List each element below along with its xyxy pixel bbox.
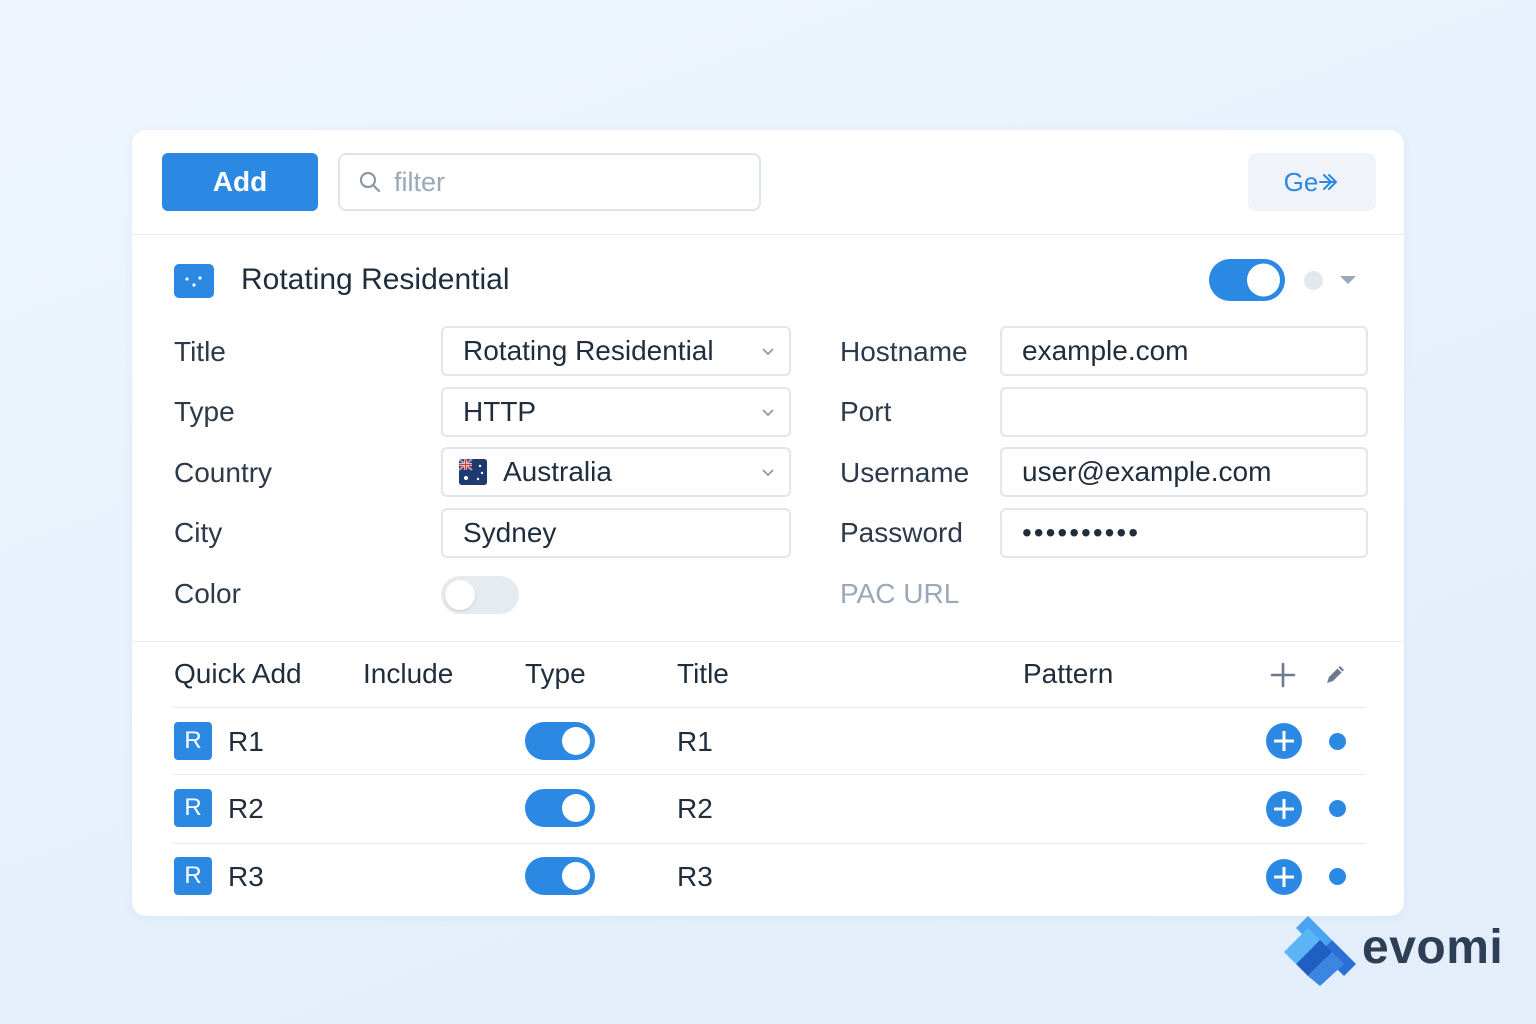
chevron-down-icon <box>762 348 774 356</box>
toolbar: Add filter Ge <box>132 130 1404 235</box>
add-button[interactable]: Add <box>162 153 318 211</box>
go-button[interactable]: Ge <box>1248 153 1376 211</box>
filter-placeholder: filter <box>394 166 446 197</box>
proxy-settings-card: Add filter Ge Rotating Residential Title… <box>132 130 1404 916</box>
port-input[interactable] <box>1000 387 1368 437</box>
row-badge: R <box>174 722 212 760</box>
username-label: Username <box>840 457 970 488</box>
row-type-toggle[interactable] <box>525 789 595 827</box>
row-title: R1 <box>677 726 713 757</box>
color-label: Color <box>174 578 241 609</box>
row-badge: R <box>174 857 212 895</box>
row-quick-add-name: R3 <box>228 861 264 892</box>
city-input-value: Sydney <box>463 517 557 548</box>
country-select[interactable]: Australia <box>441 447 791 497</box>
header-quick-add: Quick Add <box>174 658 302 689</box>
profile-title: Rotating Residential <box>241 263 510 296</box>
section-divider <box>132 641 1404 642</box>
header-include: Include <box>363 658 454 689</box>
type-select-value: HTTP <box>463 396 537 427</box>
row-title: R3 <box>677 861 713 892</box>
row-title: R2 <box>677 793 713 824</box>
add-icon[interactable] <box>1268 660 1298 690</box>
title-select[interactable]: Rotating Residential <box>441 326 791 376</box>
row-badge: R <box>174 789 212 827</box>
row-divider <box>172 707 1366 708</box>
profile-enabled-toggle[interactable] <box>1209 259 1285 301</box>
username-input-value: user@example.com <box>1022 456 1272 487</box>
password-input-value: •••••••••• <box>1022 517 1141 548</box>
header-type: Type <box>525 658 586 689</box>
go-button-label: Ge <box>1283 166 1319 197</box>
header-pattern: Pattern <box>1023 658 1114 689</box>
hostname-label: Hostname <box>840 336 968 367</box>
evomi-logo-icon <box>1284 916 1356 986</box>
toggle-knob <box>562 862 590 890</box>
row-add-icon[interactable] <box>1266 791 1302 827</box>
type-select[interactable]: HTTP <box>441 387 791 437</box>
hostname-input[interactable]: example.com <box>1000 326 1368 376</box>
filter-input[interactable]: filter <box>338 153 761 211</box>
row-add-icon[interactable] <box>1266 859 1302 895</box>
australia-flag-icon <box>459 459 487 485</box>
row-status-dot <box>1329 868 1346 885</box>
row-status-dot <box>1329 733 1346 750</box>
password-input[interactable]: •••••••••• <box>1000 508 1368 558</box>
row-type-toggle[interactable] <box>525 722 595 760</box>
pac-url-label: PAC URL <box>840 578 960 609</box>
city-label: City <box>174 517 223 548</box>
profile-icon <box>174 264 214 298</box>
title-select-value: Rotating Residential <box>463 335 714 366</box>
port-label: Port <box>840 396 892 427</box>
pencil-icon[interactable] <box>1320 660 1350 690</box>
country-select-value: Australia <box>503 456 612 487</box>
brand-logo: evomi <box>1280 912 1510 992</box>
chevron-down-icon[interactable] <box>1340 276 1356 284</box>
toggle-knob <box>1247 263 1280 297</box>
toggle-knob <box>562 727 590 755</box>
status-dot <box>1304 271 1323 290</box>
brand-name: evomi <box>1362 921 1504 974</box>
chevron-down-icon <box>762 409 774 417</box>
city-input[interactable]: Sydney <box>441 508 791 558</box>
row-quick-add-name: R2 <box>228 793 264 824</box>
row-divider <box>172 843 1366 844</box>
row-divider <box>172 774 1366 775</box>
username-input[interactable]: user@example.com <box>1000 447 1368 497</box>
toggle-knob <box>445 580 475 610</box>
country-label: Country <box>174 457 273 488</box>
color-toggle[interactable] <box>441 576 519 614</box>
header-title: Title <box>677 658 729 689</box>
password-label: Password <box>840 517 963 548</box>
row-quick-add-name: R1 <box>228 726 264 757</box>
arrow-right-icon <box>1319 174 1338 190</box>
toggle-knob <box>562 794 590 822</box>
row-add-icon[interactable] <box>1266 723 1302 759</box>
hostname-input-value: example.com <box>1022 335 1189 366</box>
search-icon <box>359 171 381 193</box>
chevron-down-icon <box>762 469 774 477</box>
title-label: Title <box>174 336 226 367</box>
type-label: Type <box>174 396 235 427</box>
row-status-dot <box>1329 800 1346 817</box>
row-type-toggle[interactable] <box>525 857 595 895</box>
